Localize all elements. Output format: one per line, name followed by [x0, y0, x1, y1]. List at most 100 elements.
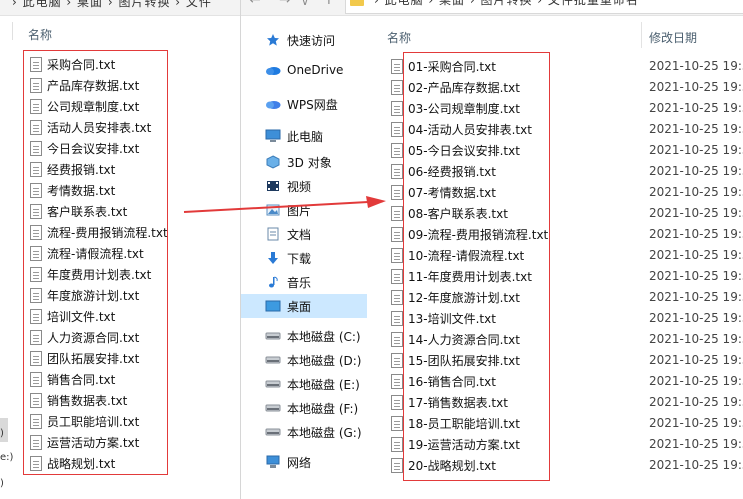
drive-icon [265, 376, 281, 392]
text-file-icon [391, 395, 403, 410]
file-date: 2021-10-25 19:3 [649, 311, 743, 325]
nav-item-label: OneDrive [287, 63, 344, 77]
nav-item[interactable]: 此电脑 [241, 124, 367, 148]
text-file-icon [391, 80, 403, 95]
forward-arrow-icon[interactable]: → [279, 0, 291, 8]
text-file-icon [391, 353, 403, 368]
up-arrow-icon[interactable]: ↑ [323, 0, 335, 8]
column-header-date[interactable]: 修改日期 [649, 29, 697, 46]
nav-item-label: 本地磁盘 (E:) [287, 377, 360, 392]
text-file-icon [391, 374, 403, 389]
text-file-icon [391, 143, 403, 158]
file-date: 2021-10-25 19:3 [649, 458, 743, 472]
text-file-icon [391, 206, 403, 221]
desktop-icon [265, 298, 281, 314]
file-date: 2021-10-25 19:3 [649, 101, 743, 115]
navigation-pane: 快速访问 OneDrive WPS网盘 此电脑 3D 对象 视频 图片 文档 下载 音乐 桌面 本地磁… [241, 16, 369, 499]
network-icon [265, 454, 281, 470]
nav-item-label: 网络 [287, 455, 312, 470]
nav-item-label: 音乐 [287, 275, 312, 290]
column-divider [12, 22, 13, 40]
star-icon [265, 32, 281, 48]
highlight-box-renamed [403, 52, 550, 481]
nav-item-label: 3D 对象 [287, 155, 332, 170]
recent-dropdown-icon[interactable]: ∨ [301, 0, 309, 8]
text-file-icon [391, 185, 403, 200]
file-date: 2021-10-25 19:3 [649, 59, 743, 73]
file-date: 2021-10-25 19:3 [649, 332, 743, 346]
nav-item[interactable]: 快速访问 [241, 28, 367, 52]
document-icon [265, 226, 281, 242]
nav-item[interactable]: 本地磁盘 (F:) [241, 396, 367, 420]
nav-item-label: 本地磁盘 (C:) [287, 329, 361, 344]
file-date: 2021-10-25 19:3 [649, 80, 743, 94]
back-arrow-icon[interactable]: ← [249, 0, 261, 8]
file-date: 2021-10-25 19:3 [649, 122, 743, 136]
file-date: 2021-10-25 19:3 [649, 269, 743, 283]
nav-item[interactable]: 3D 对象 [241, 150, 367, 174]
text-file-icon [391, 101, 403, 116]
nav-item[interactable]: 下载 [241, 246, 367, 270]
nav-item[interactable]: 桌面 [241, 294, 367, 318]
nav-item-label: 本地磁盘 (F:) [287, 401, 359, 416]
address-path: › 此电脑 › 桌面 › 图片转换 › 文件批量重命名 [374, 0, 639, 7]
file-date: 2021-10-25 19:3 [649, 164, 743, 178]
text-file-icon [391, 227, 403, 242]
nav-item[interactable]: WPS网盘 [241, 92, 367, 116]
highlight-box-original [23, 50, 168, 475]
music-icon [265, 274, 281, 290]
folder-icon [350, 0, 364, 6]
toolbar: ← → ∨ ↑ › 此电脑 › 桌面 › 图片转换 › 文件批量重命名 [241, 0, 743, 16]
nav-pane-edge: ) e:) ) [0, 22, 14, 499]
column-header-name[interactable]: 名称 [28, 26, 52, 43]
address-bar[interactable]: › 此电脑 › 桌面 › 图片转换 › 文件批量重命名 [345, 0, 743, 14]
file-date: 2021-10-25 19:3 [649, 248, 743, 262]
text-file-icon [391, 437, 403, 452]
nav-item-label: 本地磁盘 (D:) [287, 353, 362, 368]
cube-icon [265, 154, 281, 170]
drive-icon [265, 400, 281, 416]
nav-item-label: 快速访问 [287, 33, 336, 48]
edge-text: ) [0, 428, 4, 439]
text-file-icon [391, 164, 403, 179]
nav-item[interactable]: 本地磁盘 (E:) [241, 372, 367, 396]
computer-icon [265, 128, 281, 144]
column-divider[interactable] [641, 22, 642, 48]
nav-item-label: 下载 [287, 251, 312, 266]
nav-item-label: 视频 [287, 179, 312, 194]
file-date: 2021-10-25 19:3 [649, 290, 743, 304]
nav-item-label: 本地磁盘 (G:) [287, 425, 362, 440]
nav-item[interactable]: 本地磁盘 (D:) [241, 348, 367, 372]
nav-item[interactable]: OneDrive [241, 58, 367, 82]
file-date: 2021-10-25 19:3 [649, 437, 743, 451]
video-icon [265, 178, 281, 194]
edge-text: ) [0, 478, 4, 489]
drive-icon [265, 328, 281, 344]
file-date: 2021-10-25 19:3 [649, 395, 743, 409]
text-file-icon [391, 458, 403, 473]
nav-item[interactable]: 音乐 [241, 270, 367, 294]
text-file-icon [391, 59, 403, 74]
text-file-icon [391, 290, 403, 305]
file-date: 2021-10-25 19:3 [649, 353, 743, 367]
download-icon [265, 250, 281, 266]
file-date: 2021-10-25 19:3 [649, 185, 743, 199]
address-bar[interactable]: › 此电脑 › 桌面 › 图片转换 › 文件 [0, 0, 240, 16]
nav-item-label: WPS网盘 [287, 97, 338, 112]
text-file-icon [391, 269, 403, 284]
nav-item-label: 桌面 [287, 299, 312, 314]
nav-item[interactable]: 本地磁盘 (G:) [241, 420, 367, 444]
edge-text: e:) [0, 452, 14, 463]
transform-arrow-icon [183, 196, 386, 213]
text-file-icon [391, 122, 403, 137]
nav-item[interactable]: 本地磁盘 (C:) [241, 324, 367, 348]
file-date: 2021-10-25 19:3 [649, 416, 743, 430]
nav-item[interactable]: 网络 [241, 450, 367, 474]
drive-icon [265, 424, 281, 440]
text-file-icon [391, 416, 403, 431]
column-header-name[interactable]: 名称 [387, 29, 411, 46]
nav-item-label: 此电脑 [287, 129, 324, 144]
address-path: › 此电脑 › 桌面 › 图片转换 › 文件 [12, 0, 212, 9]
nav-item[interactable]: 视频 [241, 174, 367, 198]
file-date: 2021-10-25 19:3 [649, 143, 743, 157]
